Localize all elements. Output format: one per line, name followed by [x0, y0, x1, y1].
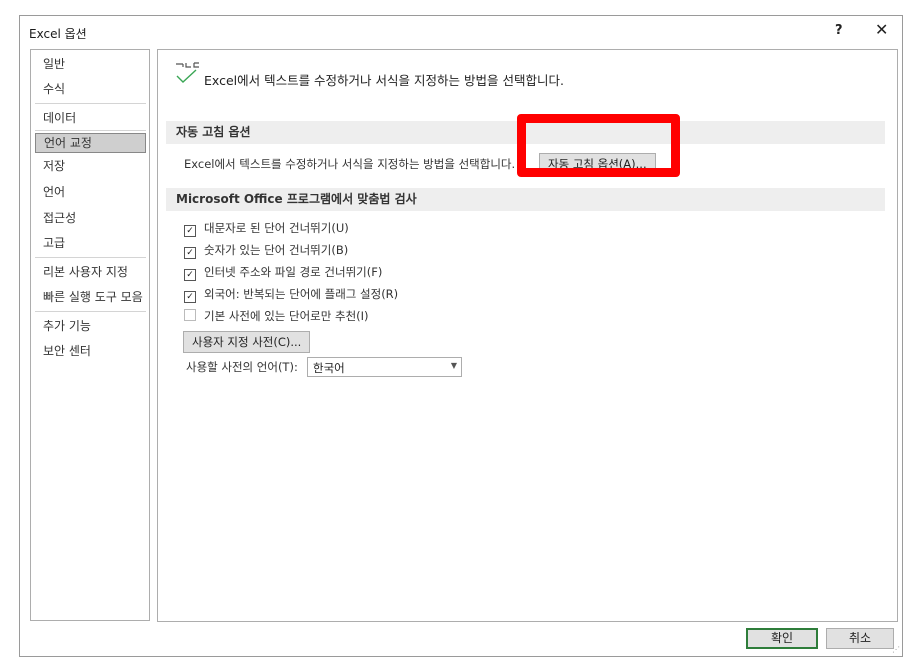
custom-dictionaries-button[interactable]: 사용자 지정 사전(C)... [183, 331, 311, 353]
dictionary-language-label: 사용할 사전의 언어(T): [186, 360, 298, 374]
checkbox-checked-icon[interactable]: ✓ [184, 247, 196, 259]
sidebar-item-data[interactable]: 데이터 [35, 108, 146, 128]
sidebar-item-proofing[interactable]: 언어 교정 [35, 133, 146, 153]
title-bar: Excel 옵션 ? ✕ [20, 16, 902, 48]
cancel-button[interactable]: 취소 [826, 628, 894, 649]
sidebar-item-save[interactable]: 저장 [35, 156, 146, 176]
checkbox-checked-icon[interactable]: ✓ [184, 291, 196, 303]
option-ignore-uppercase[interactable]: ✓ 대문자로 된 단어 건너뛰기(U) [184, 219, 349, 237]
sidebar-divider [35, 130, 146, 131]
dictionary-language-select[interactable]: 한국어 ▼ [307, 357, 462, 377]
autocorrect-description: Excel에서 텍스트를 수정하거나 서식을 지정하는 방법을 선택합니다. [184, 157, 516, 171]
dictionary-language-value: 한국어 [313, 361, 345, 375]
spelling-section-header: Microsoft Office 프로그램에서 맞춤법 검사 [166, 188, 885, 211]
help-button[interactable]: ? [835, 23, 843, 38]
proofing-header-text: Excel에서 텍스트를 수정하거나 서식을 지정하는 방법을 선택합니다. [204, 73, 564, 88]
sidebar-item-customize-ribbon[interactable]: 리본 사용자 지정 [35, 262, 146, 282]
options-sidebar: 일반 수식 데이터 언어 교정 저장 언어 접근성 고급 리본 사용자 지정 빠… [30, 49, 150, 621]
sidebar-divider [35, 311, 146, 312]
sidebar-item-general[interactable]: 일반 [35, 54, 146, 74]
sidebar-divider [35, 103, 146, 104]
sidebar-item-quick-access-toolbar[interactable]: 빠른 실행 도구 모음 [35, 287, 146, 307]
option-ignore-internet-paths[interactable]: ✓ 인터넷 주소와 파일 경로 건너뛰기(F) [184, 263, 382, 281]
sidebar-divider [35, 257, 146, 258]
dialog-title: Excel 옵션 [29, 27, 87, 41]
sidebar-item-accessibility[interactable]: 접근성 [35, 208, 146, 228]
sidebar-item-formulas[interactable]: 수식 [35, 79, 146, 99]
excel-options-dialog: Excel 옵션 ? ✕ 일반 수식 데이터 언어 교정 저장 언어 접근성 고… [19, 15, 903, 657]
abc-check-icon [176, 62, 199, 83]
checkbox-checked-icon[interactable]: ✓ [184, 269, 196, 281]
option-flag-repeated-words[interactable]: ✓ 외국어: 반복되는 단어에 플래그 설정(R) [184, 285, 398, 303]
chevron-down-icon: ▼ [450, 361, 457, 370]
checkbox-unchecked-icon[interactable] [184, 309, 196, 321]
sidebar-item-trust-center[interactable]: 보안 센터 [35, 341, 146, 361]
ok-button[interactable]: 확인 [746, 628, 818, 649]
highlight-box [517, 114, 680, 177]
option-ignore-numbers[interactable]: ✓ 숫자가 있는 단어 건너뛰기(B) [184, 241, 348, 259]
sidebar-item-language[interactable]: 언어 [35, 182, 146, 202]
resize-grip-icon[interactable]: ⋰ [892, 645, 900, 654]
sidebar-item-add-ins[interactable]: 추가 기능 [35, 316, 146, 336]
checkbox-checked-icon[interactable]: ✓ [184, 225, 196, 237]
sidebar-item-advanced[interactable]: 고급 [35, 233, 146, 253]
close-button[interactable]: ✕ [875, 20, 888, 39]
option-suggest-main-dictionary[interactable]: 기본 사전에 있는 단어로만 추천(I) [184, 307, 369, 325]
